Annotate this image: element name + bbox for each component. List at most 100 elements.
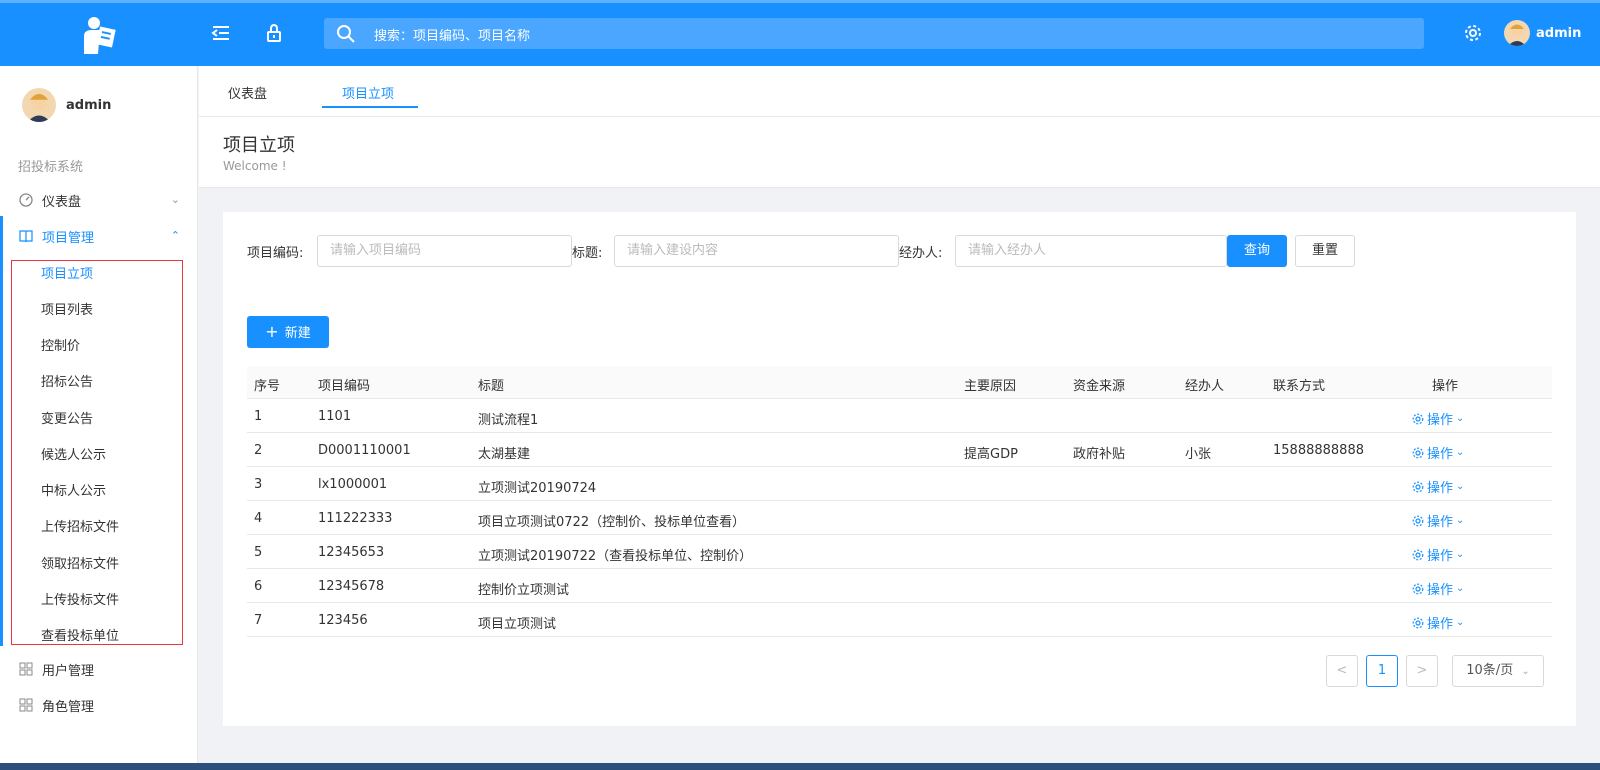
tab-bar: 仪表盘 项目立项 xyxy=(199,66,1600,117)
header-user[interactable]: admin xyxy=(1504,20,1581,46)
page-subtitle: Welcome ! xyxy=(223,159,287,173)
avatar xyxy=(22,88,56,122)
cell-index: 1 xyxy=(254,409,263,424)
row-actions-dropdown[interactable]: 操作 ⌄ xyxy=(1412,545,1464,564)
cell-index: 2 xyxy=(254,443,263,458)
handler-label: 经办人: xyxy=(899,246,943,261)
row-actions-label: 操作 xyxy=(1427,515,1454,530)
pagination-next[interactable]: > xyxy=(1406,655,1438,687)
table-row: 6 12345678 控制价立项测试 操作 ⌄ xyxy=(247,569,1552,603)
query-button[interactable]: 查询 xyxy=(1227,235,1287,267)
grid-icon xyxy=(19,698,33,712)
cell-title: 立项测试20190724 xyxy=(478,481,597,496)
row-actions-label: 操作 xyxy=(1427,549,1454,564)
sidebar-item-label: 角色管理 xyxy=(42,699,95,715)
row-actions-dropdown[interactable]: 操作 ⌄ xyxy=(1412,409,1464,428)
cell-code: 12345678 xyxy=(318,579,385,594)
cell-title: 太湖基建 xyxy=(478,447,531,462)
gear-icon xyxy=(1412,481,1424,492)
table-row: 5 12345653 立项测试20190722（查看投标单位、控制价） 操作 ⌄ xyxy=(247,535,1552,569)
chevron-down-icon: ⌄ xyxy=(1456,413,1465,424)
chevron-down-icon: ⌄ xyxy=(1521,666,1530,677)
pagination-page-1[interactable]: 1 xyxy=(1366,655,1398,687)
table-row: 3 lx1000001 立项测试20190724 操作 ⌄ xyxy=(247,467,1552,501)
project-table: 序号 项目编码 标题 主要原因 资金来源 经办人 联系方式 操作 1 1101 测试… xyxy=(247,366,1552,637)
cell-code: 1101 xyxy=(318,409,352,424)
gear-icon[interactable] xyxy=(1462,22,1484,44)
row-actions-dropdown[interactable]: 操作 ⌄ xyxy=(1412,477,1464,496)
new-button-label: 新建 xyxy=(284,326,311,341)
chevron-down-icon: ⌄ xyxy=(1456,515,1465,526)
title-label: 标题: xyxy=(572,246,603,261)
gear-icon xyxy=(1412,583,1424,594)
lock-icon[interactable] xyxy=(263,22,285,44)
handler-input[interactable]: 请输入经办人 xyxy=(955,235,1227,267)
tab-project-initiation[interactable]: 项目立项 xyxy=(342,83,394,102)
cell-code: 123456 xyxy=(318,613,368,628)
title-input[interactable]: 请输入建设内容 xyxy=(614,235,899,267)
col-header-index: 序号 xyxy=(254,379,281,394)
menu-fold-icon[interactable] xyxy=(210,22,232,44)
cell-reason: 提高GDP xyxy=(964,447,1018,462)
page-size-value: 10条/页 xyxy=(1466,663,1514,678)
search-bar[interactable]: 搜索：项目编码、项目名称 xyxy=(324,18,1424,49)
chevron-down-icon: ⌄ xyxy=(1456,481,1465,492)
gear-icon xyxy=(1412,515,1424,526)
tab-dashboard[interactable]: 仪表盘 xyxy=(228,83,267,102)
table-row: 4 111222333 项目立项测试0722（控制价、投标单位查看） 操作 ⌄ xyxy=(247,501,1552,535)
page-size-select[interactable]: 10条/页 ⌄ xyxy=(1452,655,1544,687)
search-icon xyxy=(337,25,355,43)
col-header-reason: 主要原因 xyxy=(964,379,1017,394)
cell-title: 项目立项测试0722（控制价、投标单位查看） xyxy=(478,515,746,530)
book-icon xyxy=(19,230,33,243)
col-header-fund-source: 资金来源 xyxy=(1073,379,1126,394)
new-button[interactable]: + 新建 xyxy=(247,316,329,348)
col-header-title: 标题 xyxy=(478,379,505,394)
code-input[interactable]: 请输入项目编码 xyxy=(317,235,572,267)
sidebar-item-dashboard[interactable]: 仪表盘 ⌄ xyxy=(0,182,198,218)
content-card: 项目编码: 请输入项目编码 标题: 请输入建设内容 经办人: 请输入经办人 查询… xyxy=(223,212,1576,726)
chevron-down-icon: ⌄ xyxy=(1456,617,1465,628)
code-label: 项目编码: xyxy=(247,246,304,261)
reset-button[interactable]: 重置 xyxy=(1295,235,1355,267)
col-header-code: 项目编码 xyxy=(318,379,371,394)
cell-code: lx1000001 xyxy=(318,477,388,492)
sidebar-item-user-management[interactable]: 用户管理 xyxy=(0,651,198,687)
grid-icon xyxy=(19,662,33,676)
page-header: 项目立项 Welcome ! xyxy=(199,117,1600,188)
chevron-down-icon: ⌄ xyxy=(1456,549,1465,560)
pagination-prev[interactable]: < xyxy=(1326,655,1358,687)
header-username: admin xyxy=(1536,25,1582,41)
gear-icon xyxy=(1412,549,1424,560)
gear-icon xyxy=(1412,447,1424,458)
sidebar-item-label: 项目管理 xyxy=(42,230,95,246)
avatar xyxy=(1504,20,1530,46)
sidebar-item-role-management[interactable]: 角色管理 xyxy=(0,687,198,723)
row-actions-dropdown[interactable]: 操作 ⌄ xyxy=(1412,511,1464,530)
plus-icon: + xyxy=(265,322,279,341)
row-actions-label: 操作 xyxy=(1427,617,1454,632)
header-top-line xyxy=(0,0,1600,3)
sidebar-item-project-management[interactable]: 项目管理 ⌃ xyxy=(0,218,198,254)
table-body: 1 1101 测试流程1 操作 ⌄ 2 D0001110001 太湖基建 提高GDP 政府补贴 小张… xyxy=(247,399,1552,637)
row-actions-dropdown[interactable]: 操作 ⌄ xyxy=(1412,443,1464,462)
gear-icon xyxy=(1412,617,1424,628)
cell-contact: 15888888888 xyxy=(1273,443,1364,458)
row-actions-dropdown[interactable]: 操作 ⌄ xyxy=(1412,613,1464,632)
sidebar-item-label: 仪表盘 xyxy=(42,194,82,210)
top-header: 搜索：项目编码、项目名称 admin xyxy=(0,0,1600,66)
row-actions-label: 操作 xyxy=(1427,447,1454,462)
table-header: 序号 项目编码 标题 主要原因 资金来源 经办人 联系方式 操作 xyxy=(247,366,1552,399)
active-indicator xyxy=(0,216,3,646)
search-input[interactable]: 搜索：项目编码、项目名称 xyxy=(374,25,530,44)
cell-title: 立项测试20190722（查看投标单位、控制价） xyxy=(478,549,753,564)
cell-handler: 小张 xyxy=(1185,447,1212,462)
cell-code: 111222333 xyxy=(318,511,393,526)
sidebar-category: 招投标系统 xyxy=(18,160,84,175)
cell-code: 12345653 xyxy=(318,545,385,560)
table-row: 2 D0001110001 太湖基建 提高GDP 政府补贴 小张 15888888888 操作… xyxy=(247,433,1552,467)
cell-title: 控制价立项测试 xyxy=(478,583,570,598)
row-actions-dropdown[interactable]: 操作 ⌄ xyxy=(1412,579,1464,598)
cell-code: D0001110001 xyxy=(318,443,411,458)
sidebar-username: admin xyxy=(66,97,112,113)
